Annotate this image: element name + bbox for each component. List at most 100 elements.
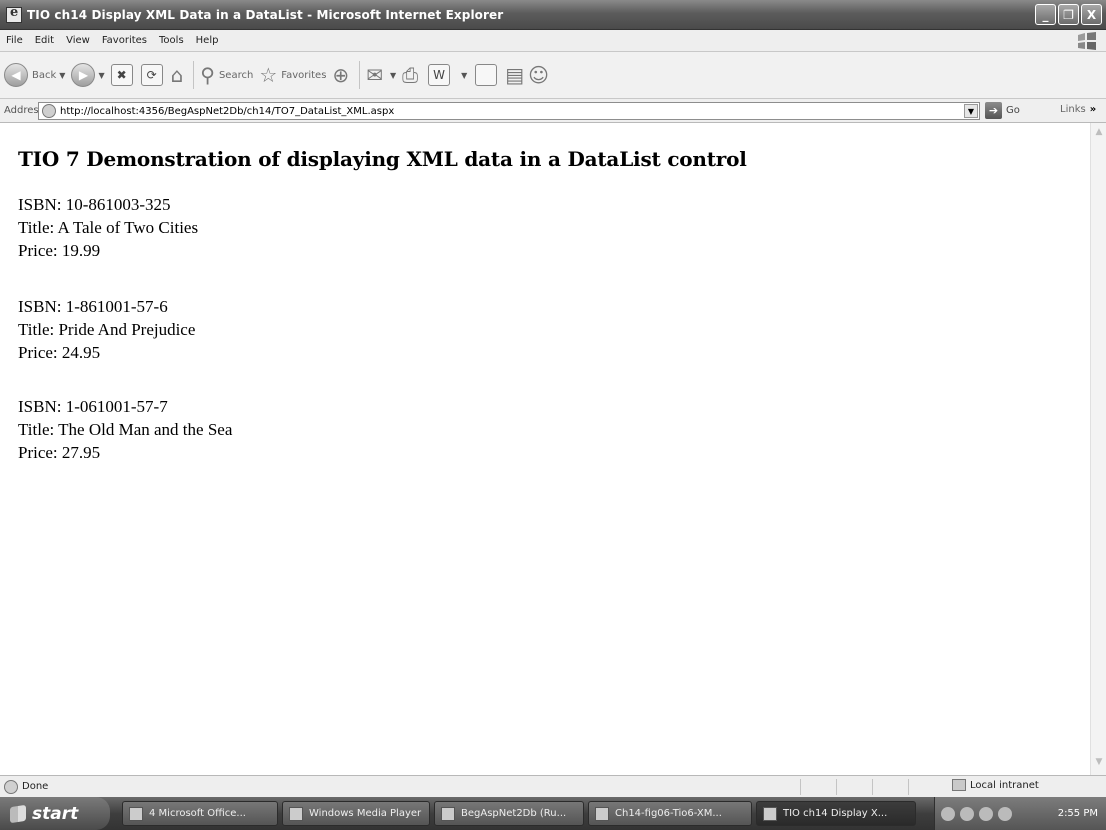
forward-arrow-icon: ▶ bbox=[71, 63, 96, 87]
go-arrow-icon: ➔ bbox=[985, 102, 1002, 119]
system-tray: 2:55 PM bbox=[934, 797, 1106, 830]
task-label: 4 Microsoft Office... bbox=[149, 808, 246, 819]
favorites-button[interactable]: ☆ Favorites bbox=[259, 63, 326, 87]
links-label: Links bbox=[1060, 104, 1086, 115]
page-content: TIO 7 Demonstration of displaying XML da… bbox=[0, 123, 1090, 775]
paint-icon bbox=[595, 806, 609, 821]
start-button[interactable]: start bbox=[0, 797, 110, 830]
list-item: ISBN: 10-861003-325 Title: A Tale of Two… bbox=[18, 193, 198, 262]
book-price: Price: 19.99 bbox=[18, 241, 101, 260]
research-icon[interactable]: ▤ bbox=[505, 63, 524, 87]
forward-dropdown-icon[interactable]: ▼ bbox=[98, 71, 104, 80]
links-button[interactable]: Links» bbox=[1060, 104, 1096, 115]
scroll-up-icon[interactable]: ▲ bbox=[1093, 127, 1105, 141]
back-button[interactable]: ◀ Back ▼ bbox=[4, 63, 65, 87]
home-icon[interactable]: ⌂ bbox=[171, 63, 184, 87]
go-button[interactable]: ➔ Go bbox=[985, 102, 1020, 119]
search-button[interactable]: ⚲ Search bbox=[200, 63, 253, 87]
address-input[interactable]: http://localhost:4356/BegAspNet2Db/ch14/… bbox=[38, 102, 980, 120]
book-isbn: ISBN: 10-861003-325 bbox=[18, 195, 171, 214]
minimize-button[interactable]: _ bbox=[1035, 4, 1056, 25]
book-isbn: ISBN: 1-861001-57-6 bbox=[18, 297, 168, 316]
address-dropdown-icon[interactable]: ▼ bbox=[964, 104, 978, 118]
book-isbn: ISBN: 1-061001-57-7 bbox=[18, 397, 168, 416]
windows-logo-icon bbox=[10, 804, 26, 823]
title-bar: TIO ch14 Display XML Data in a DataList … bbox=[0, 0, 1106, 30]
task-label: Ch14-fig06-Tio6-XM... bbox=[615, 808, 722, 819]
task-label: Windows Media Player bbox=[309, 808, 422, 819]
discuss-icon[interactable] bbox=[475, 64, 498, 86]
chevron-right-icon: » bbox=[1089, 104, 1097, 115]
page-title: TIO 7 Demonstration of displaying XML da… bbox=[18, 147, 747, 171]
menu-favorites[interactable]: Favorites bbox=[96, 35, 153, 46]
media-icon[interactable]: ⊕ bbox=[332, 63, 349, 87]
media-player-icon bbox=[289, 806, 303, 821]
stop-icon[interactable]: ✖ bbox=[110, 64, 133, 86]
taskbar-item-media-player[interactable]: Windows Media Player bbox=[282, 801, 430, 826]
print-icon[interactable]: ⎙ bbox=[402, 63, 418, 87]
go-label: Go bbox=[1006, 105, 1020, 116]
close-button[interactable]: X bbox=[1081, 4, 1102, 25]
task-label: BegAspNet2Db (Ru... bbox=[461, 808, 567, 819]
toolbar: ◀ Back ▼ ▶ ▼ ✖ ⟳ ⌂ ⚲ Search ☆ Favorites … bbox=[0, 52, 1106, 99]
taskbar: start 4 Microsoft Office... Windows Medi… bbox=[0, 797, 1106, 830]
windows-flag-icon bbox=[1078, 32, 1096, 50]
status-panels bbox=[800, 779, 944, 795]
address-url[interactable]: http://localhost:4356/BegAspNet2Db/ch14/… bbox=[60, 106, 394, 117]
window-title: TIO ch14 Display XML Data in a DataList … bbox=[27, 7, 504, 22]
favorites-label: Favorites bbox=[281, 69, 327, 81]
address-bar: Address http://localhost:4356/BegAspNet2… bbox=[0, 99, 1106, 123]
menu-tools[interactable]: Tools bbox=[153, 35, 190, 46]
favorites-star-icon: ☆ bbox=[259, 63, 278, 87]
page-icon bbox=[42, 104, 56, 118]
word-edit-icon[interactable]: W bbox=[428, 64, 451, 86]
tray-expand-icon[interactable] bbox=[941, 806, 955, 821]
search-icon: ⚲ bbox=[200, 63, 215, 87]
volume-icon[interactable] bbox=[979, 806, 993, 821]
messenger-icon[interactable]: ☺ bbox=[528, 63, 549, 87]
taskbar-item-office[interactable]: 4 Microsoft Office... bbox=[122, 801, 278, 826]
forward-button[interactable]: ▶ ▼ bbox=[71, 63, 105, 87]
start-label: start bbox=[32, 803, 79, 824]
mail-dropdown-icon[interactable]: ▼ bbox=[390, 71, 396, 80]
back-label: Back bbox=[32, 69, 57, 81]
ie-icon bbox=[6, 5, 22, 23]
intranet-icon bbox=[952, 779, 966, 791]
refresh-icon[interactable]: ⟳ bbox=[140, 64, 163, 86]
status-bar: Done Local intranet bbox=[0, 775, 1106, 797]
menu-file[interactable]: File bbox=[0, 35, 29, 46]
security-zone: Local intranet bbox=[952, 779, 1039, 791]
word-icon bbox=[129, 806, 143, 821]
book-title: Title: The Old Man and the Sea bbox=[18, 420, 233, 439]
vertical-scrollbar[interactable]: ▲ ▼ bbox=[1090, 123, 1106, 775]
menu-bar: File Edit View Favorites Tools Help bbox=[0, 30, 1106, 52]
toolbar-separator bbox=[359, 61, 361, 89]
mail-icon[interactable]: ✉ bbox=[366, 63, 383, 87]
list-item: ISBN: 1-861001-57-6 Title: Pride And Pre… bbox=[18, 295, 195, 364]
taskbar-item-begaspnet[interactable]: BegAspNet2Db (Ru... bbox=[434, 801, 584, 826]
network-icon[interactable] bbox=[960, 806, 974, 821]
scroll-down-icon[interactable]: ▼ bbox=[1093, 757, 1105, 771]
window-controls: _ ❐ X bbox=[1035, 4, 1102, 25]
list-item: ISBN: 1-061001-57-7 Title: The Old Man a… bbox=[18, 395, 232, 464]
book-price: Price: 27.95 bbox=[18, 443, 101, 462]
zone-label: Local intranet bbox=[970, 779, 1039, 791]
taskbar-item-tio-ch14[interactable]: TIO ch14 Display X... bbox=[756, 801, 916, 826]
menu-help[interactable]: Help bbox=[190, 35, 225, 46]
book-title: Title: Pride And Prejudice bbox=[18, 320, 196, 339]
task-label: TIO ch14 Display X... bbox=[783, 808, 888, 819]
menu-view[interactable]: View bbox=[60, 35, 96, 46]
book-price: Price: 24.95 bbox=[18, 343, 101, 362]
edit-dropdown-icon[interactable]: ▼ bbox=[461, 71, 467, 80]
status-text: Done bbox=[22, 781, 49, 792]
back-dropdown-icon[interactable]: ▼ bbox=[59, 71, 65, 80]
security-icon[interactable] bbox=[998, 806, 1012, 821]
page-done-icon bbox=[4, 779, 18, 794]
menu-edit[interactable]: Edit bbox=[29, 35, 60, 46]
maximize-button[interactable]: ❐ bbox=[1058, 4, 1079, 25]
clock: 2:55 PM bbox=[1057, 808, 1098, 819]
book-title: Title: A Tale of Two Cities bbox=[18, 218, 199, 237]
ie-icon bbox=[763, 806, 777, 821]
back-arrow-icon: ◀ bbox=[4, 63, 28, 87]
taskbar-item-ch14-fig[interactable]: Ch14-fig06-Tio6-XM... bbox=[588, 801, 752, 826]
